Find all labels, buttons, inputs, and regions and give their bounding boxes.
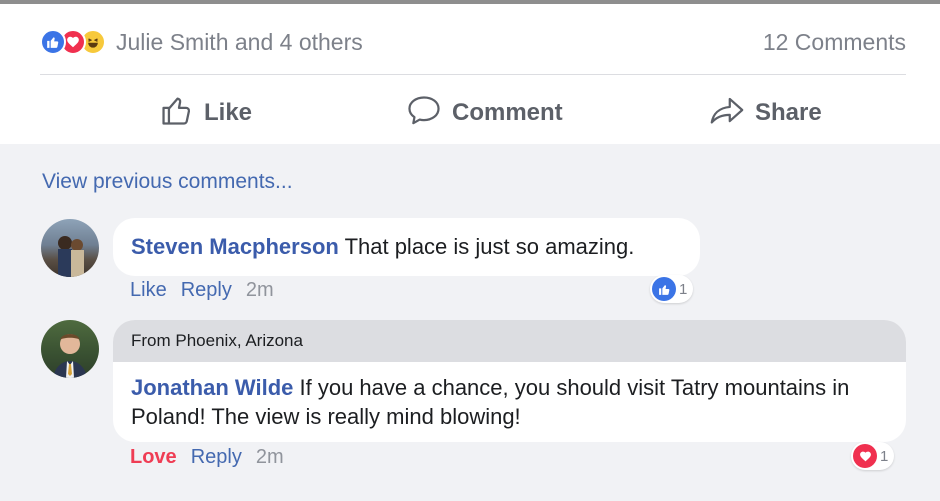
love-icon [853,444,877,468]
avatar[interactable] [41,320,99,378]
comment-timestamp: 2m [255,446,284,468]
comment-button[interactable]: Comment [406,88,563,138]
comment-bubble: From Phoenix, Arizona Jonathan Wilde If … [113,320,906,442]
comment-reaction-badge[interactable]: 1 [650,275,694,303]
comment-reply-button[interactable]: Reply [191,446,242,469]
like-button[interactable]: Like [160,88,252,138]
view-previous-comments-link[interactable]: View previous comments... [42,170,293,194]
comments-section: View previous comments... Steven Macpher… [0,144,940,501]
comment-author[interactable]: Jonathan Wilde [131,375,293,400]
thumbs-up-icon [160,93,194,134]
comment-reaction-badge[interactable]: 1 [851,442,895,470]
like-icon [652,277,676,301]
avatar[interactable] [41,219,99,277]
location-header: From Phoenix, Arizona [113,320,906,362]
comment-actions: Like Reply 2m [130,279,274,302]
share-label: Share [755,99,822,126]
reaction-count: 1 [880,447,889,465]
speech-bubble-icon [406,93,442,134]
comment-body: Jonathan Wilde If you have a chance, you… [131,373,871,431]
comment-count[interactable]: 12 Comments [763,29,906,56]
like-label: Like [204,99,253,126]
comment-bubble: Steven Macpherson That place is just so … [113,218,700,276]
reaction-count: 1 [679,280,688,298]
reactions-summary[interactable]: Julie Smith and 4 others 12 Comments [40,22,906,62]
comment-text: That place is just so amazing. [344,234,635,259]
comment-like-button[interactable]: Like [130,279,167,302]
reaction-icons [40,29,106,55]
like-icon [40,29,66,55]
reactors-text[interactable]: Julie Smith and 4 others [116,29,363,56]
comment-author[interactable]: Steven Macpherson [131,234,339,259]
comment-love-button[interactable]: Love [130,446,177,469]
comment-reply-button[interactable]: Reply [181,279,232,302]
post-footer: Julie Smith and 4 others 12 Comments Lik… [0,4,940,144]
comment-actions: Love Reply 2m [130,446,284,469]
comment-timestamp: 2m [245,279,274,301]
location-text: From Phoenix, Arizona [131,331,303,350]
action-bar: Like Comment Share [0,88,940,138]
comment-body: Steven Macpherson That place is just so … [131,234,634,260]
share-button[interactable]: Share [709,88,822,138]
share-arrow-icon [709,93,745,134]
divider [40,74,906,75]
comment-label: Comment [452,99,563,126]
